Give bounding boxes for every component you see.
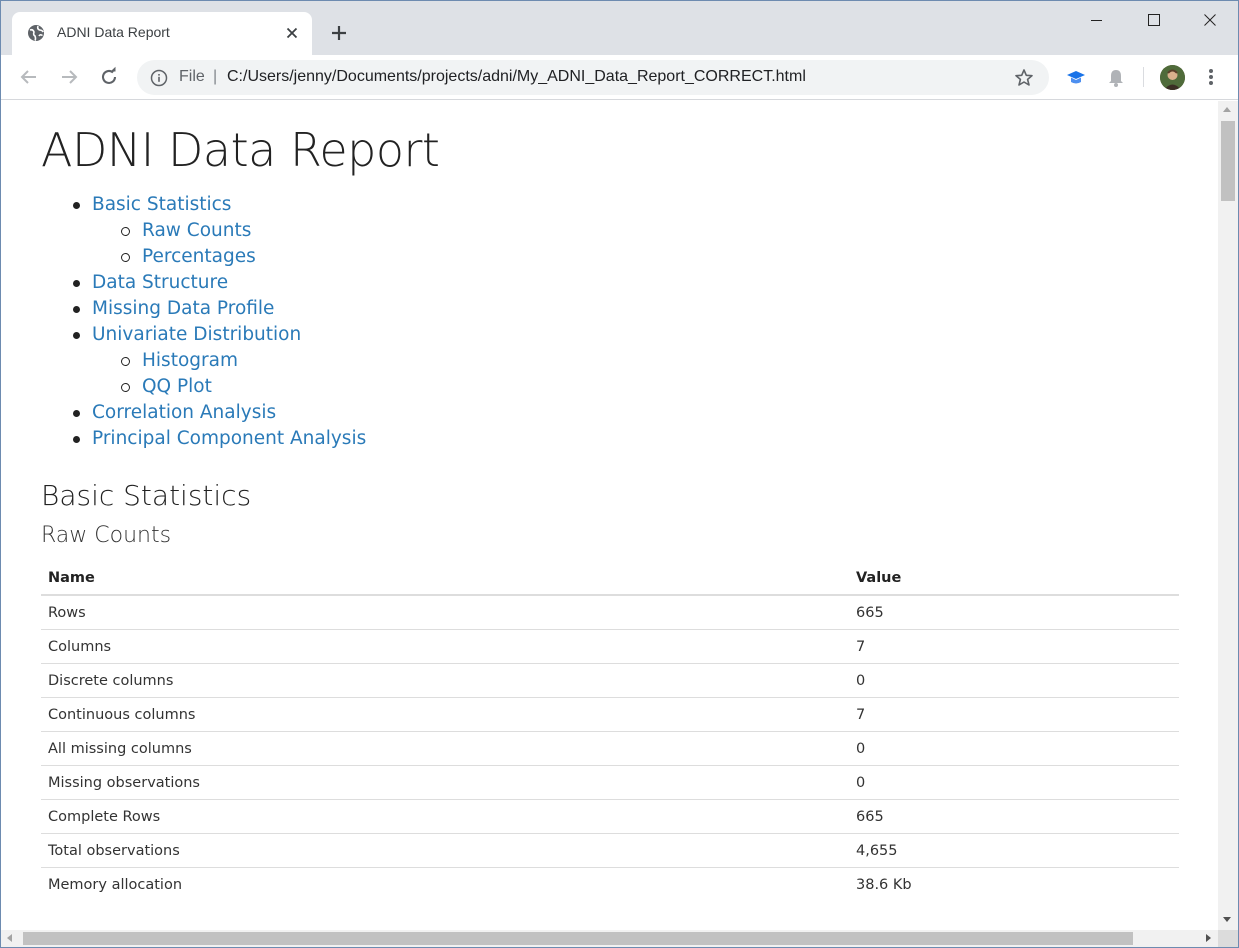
table-row: Columns 7 bbox=[41, 630, 1179, 664]
table-row: Complete Rows 665 bbox=[41, 800, 1179, 834]
toc-link-basic-statistics[interactable]: Basic Statistics bbox=[92, 192, 231, 218]
url-text[interactable]: C:/Users/jenny/Documents/projects/adni/M… bbox=[227, 68, 806, 86]
cell-value: 7 bbox=[856, 707, 866, 723]
scroll-right-arrow-icon[interactable] bbox=[1206, 934, 1211, 942]
browser-toolbar: File | C:/Users/jenny/Documents/projects… bbox=[1, 55, 1238, 100]
toc-link-principal-component-analysis[interactable]: Principal Component Analysis bbox=[92, 426, 366, 452]
tab-adni-report[interactable]: ADNI Data Report bbox=[12, 12, 312, 55]
cell-value: 665 bbox=[856, 605, 884, 621]
toc-sub-bullet bbox=[121, 357, 130, 366]
globe-icon bbox=[27, 24, 45, 42]
toc-link-data-structure[interactable]: Data Structure bbox=[92, 270, 228, 296]
toc-link-histogram[interactable]: Histogram bbox=[142, 348, 238, 374]
arrow-left-icon[interactable] bbox=[17, 65, 41, 89]
url-separator: | bbox=[213, 68, 218, 85]
arrow-right-icon[interactable] bbox=[57, 65, 81, 89]
address-bar[interactable]: File | C:/Users/jenny/Documents/projects… bbox=[137, 60, 1049, 95]
cell-value: 38.6 Kb bbox=[856, 877, 912, 893]
cell-name: Total observations bbox=[48, 843, 180, 859]
toolbar-divider bbox=[1143, 67, 1144, 87]
window-close-button[interactable] bbox=[1181, 1, 1238, 41]
vertical-dots-icon[interactable] bbox=[1201, 66, 1221, 88]
toc-sub-bullet bbox=[121, 227, 130, 236]
vertical-scrollbar[interactable] bbox=[1218, 101, 1238, 930]
plus-icon[interactable] bbox=[327, 21, 351, 45]
cell-name: Columns bbox=[48, 639, 112, 655]
cell-name: Missing observations bbox=[48, 775, 200, 791]
toc-bullet bbox=[73, 280, 80, 287]
page-content: ADNI Data Report Basic Statistics Raw Co… bbox=[1, 101, 1218, 930]
toc-sub-bullet bbox=[121, 383, 130, 392]
table-row: Missing observations 0 bbox=[41, 766, 1179, 800]
toc-bullet bbox=[73, 332, 80, 339]
horizontal-scrollbar[interactable] bbox=[1, 930, 1218, 947]
toc-bullet bbox=[73, 436, 80, 443]
raw-counts-table: Name Value Rows 665 Columns 7 Discrete c… bbox=[41, 561, 1179, 902]
cell-value: 665 bbox=[856, 809, 884, 825]
cell-name: Rows bbox=[48, 605, 86, 621]
toc-link-percentages[interactable]: Percentages bbox=[142, 244, 256, 270]
vertical-scroll-thumb[interactable] bbox=[1221, 121, 1235, 201]
scrollbar-corner bbox=[1218, 930, 1238, 947]
cell-name: Memory allocation bbox=[48, 877, 183, 893]
scroll-left-arrow-icon[interactable] bbox=[7, 934, 12, 942]
cell-name: All missing columns bbox=[48, 741, 192, 757]
toc-link-qq-plot[interactable]: QQ Plot bbox=[142, 374, 212, 400]
toc-link-missing-data-profile[interactable]: Missing Data Profile bbox=[92, 296, 274, 322]
toc-bullet bbox=[73, 202, 80, 209]
cell-value: 0 bbox=[856, 741, 866, 757]
cell-value: 4,655 bbox=[856, 843, 898, 859]
close-icon[interactable] bbox=[282, 23, 302, 43]
browser-window: ADNI Data Report File | C:/Users/jenny/D… bbox=[0, 0, 1239, 948]
bell-icon[interactable] bbox=[1105, 67, 1127, 89]
table-row: Discrete columns 0 bbox=[41, 664, 1179, 698]
toc-link-univariate-distribution[interactable]: Univariate Distribution bbox=[92, 322, 301, 348]
cell-value: 7 bbox=[856, 639, 866, 655]
page-title: ADNI Data Report bbox=[41, 123, 440, 177]
horizontal-scroll-thumb[interactable] bbox=[23, 932, 1133, 945]
tab-strip: ADNI Data Report bbox=[1, 1, 1238, 55]
reload-icon[interactable] bbox=[97, 65, 121, 89]
subsection-heading: Raw Counts bbox=[41, 523, 172, 548]
table-row: Continuous columns 7 bbox=[41, 698, 1179, 732]
minimize-button[interactable] bbox=[1067, 1, 1125, 41]
toc-bullet bbox=[73, 410, 80, 417]
table-row: Memory allocation 38.6 Kb bbox=[41, 868, 1179, 902]
table-row: Rows 665 bbox=[41, 596, 1179, 630]
info-icon[interactable] bbox=[150, 69, 168, 87]
profile-avatar[interactable] bbox=[1160, 65, 1185, 90]
cell-name: Complete Rows bbox=[48, 809, 161, 825]
section-heading: Basic Statistics bbox=[41, 479, 252, 512]
toc-link-raw-counts[interactable]: Raw Counts bbox=[142, 218, 251, 244]
toc-sub-bullet bbox=[121, 253, 130, 262]
scroll-down-arrow-icon[interactable] bbox=[1223, 917, 1231, 922]
cell-name: Continuous columns bbox=[48, 707, 196, 723]
toc-bullet bbox=[73, 306, 80, 313]
star-icon[interactable] bbox=[1014, 68, 1034, 88]
cell-name: Discrete columns bbox=[48, 673, 174, 689]
column-header-value: Value bbox=[856, 570, 902, 586]
cell-value: 0 bbox=[856, 775, 866, 791]
graduation-cap-icon[interactable] bbox=[1065, 67, 1087, 89]
maximize-button[interactable] bbox=[1125, 1, 1183, 41]
url-scheme-label: File bbox=[179, 68, 205, 85]
toc-link-correlation-analysis[interactable]: Correlation Analysis bbox=[92, 400, 276, 426]
cell-value: 0 bbox=[856, 673, 866, 689]
scroll-up-arrow-icon[interactable] bbox=[1223, 107, 1231, 112]
column-header-name: Name bbox=[48, 570, 95, 586]
table-header-row: Name Value bbox=[41, 561, 1179, 596]
table-row: Total observations 4,655 bbox=[41, 834, 1179, 868]
tab-title: ADNI Data Report bbox=[57, 24, 170, 40]
table-row: All missing columns 0 bbox=[41, 732, 1179, 766]
